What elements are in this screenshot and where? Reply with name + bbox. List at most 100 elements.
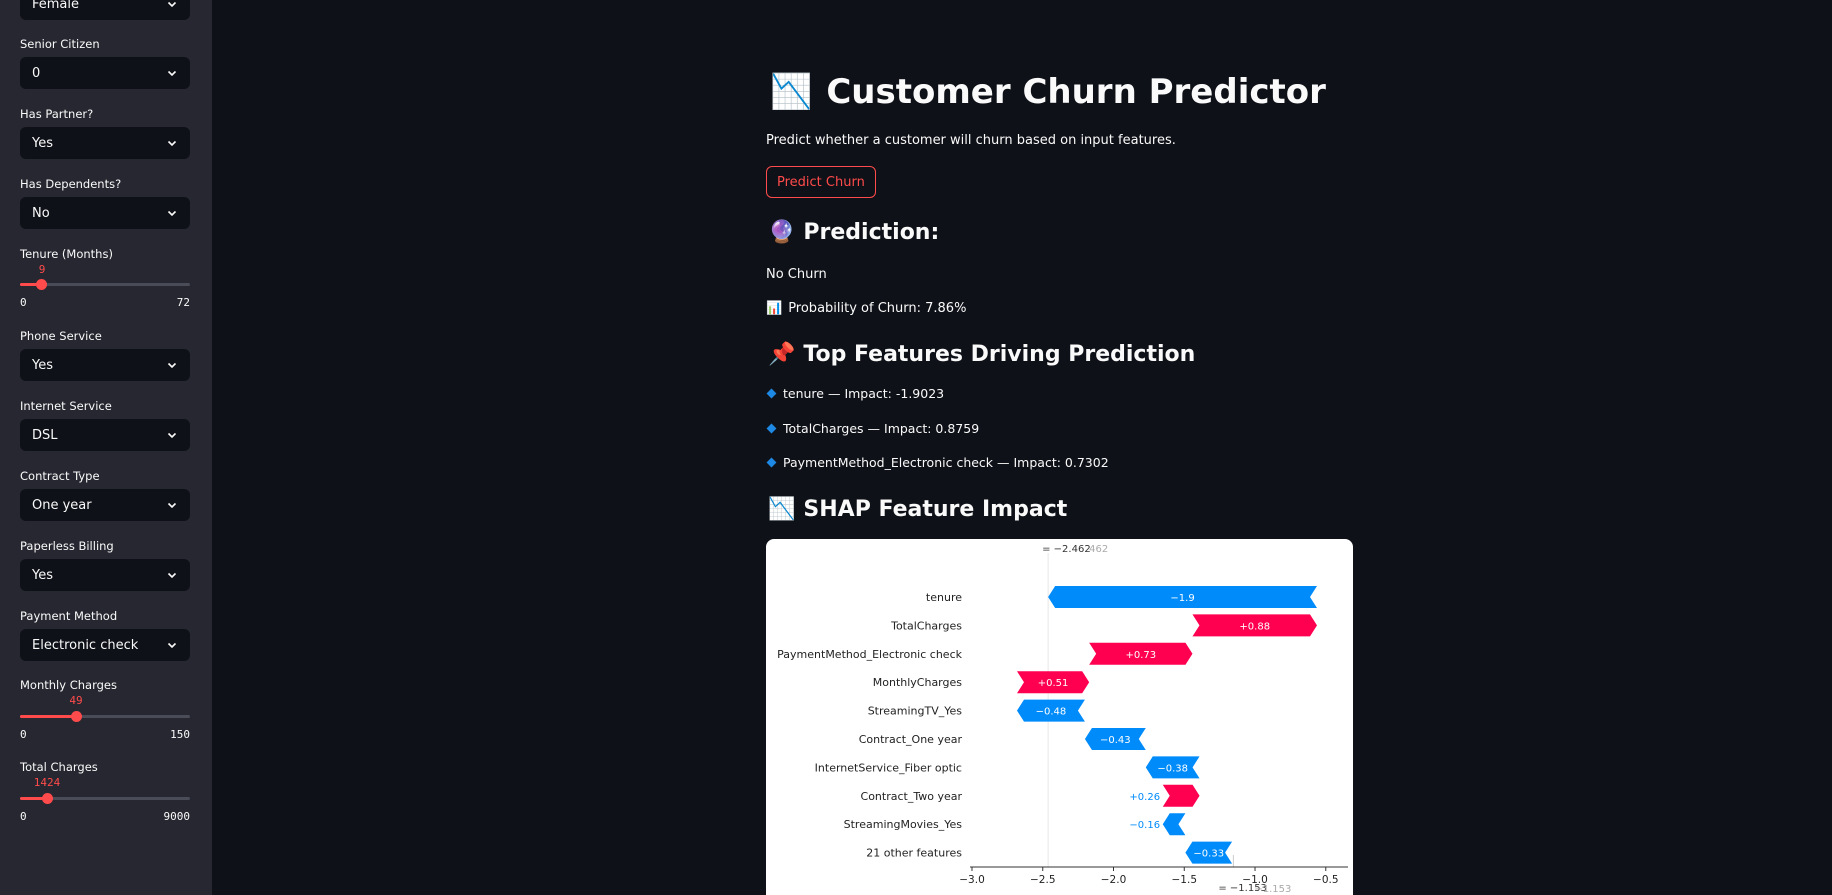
feature-label: StreamingTV_Yes [868,705,963,718]
feature-label: Contract_One year [859,733,963,746]
payment-method-value: Electronic check [32,637,139,653]
prediction-result: No Churn [766,267,827,282]
x-tick-label: −2.0 [1101,874,1127,886]
monthly-charges-slider-min: 0 [20,728,27,741]
fx-label: = −2.462 [1042,544,1091,555]
sidebar: Female Senior Citizen 0 Has Partner? Yes… [0,0,212,895]
tenure-slider-thumb[interactable] [36,279,47,290]
chevron-down-icon [166,67,178,79]
payment-method-label: Payment Method [20,609,118,623]
prediction-heading: 🔮 Prediction: [768,220,939,245]
tenure-label: Tenure (Months) [20,247,113,261]
top-features-heading: 📌 Top Features Driving Prediction [768,342,1195,367]
bar-value-label: −0.43 [1100,735,1131,746]
chevron-down-icon [166,499,178,511]
senior-citizen-value: 0 [32,65,41,81]
chevron-down-icon [166,569,178,581]
phone-service-select[interactable]: Yes [20,349,190,381]
bar-chart-icon: 📊 [766,301,783,316]
partner-label: Has Partner? [20,107,94,121]
page-subtitle: Predict whether a customer will churn ba… [766,133,1176,148]
bar-value-label: −1.9 [1170,593,1194,604]
tenure-slider-value: 9 [38,263,46,276]
feature-label: Contract_Two year [861,790,963,803]
top-feature-text: TotalCharges — Impact: 0.8759 [783,421,980,436]
total-charges-slider-thumb[interactable] [42,793,53,804]
total-charges-slider[interactable] [20,793,190,804]
dependents-value: No [32,205,50,221]
gender-select-value: Female [32,0,80,12]
bar-value-label: +0.51 [1038,678,1069,689]
chevron-down-icon [166,0,178,10]
x-tick-label: −0.5 [1313,874,1339,886]
feature-label: MonthlyCharges [873,676,963,689]
monthly-charges-slider-value: 49 [69,694,83,707]
monthly-charges-slider-thumb[interactable] [71,711,82,722]
bar-value-label: +0.73 [1125,650,1156,661]
blue-diamond-icon [766,457,777,468]
monthly-charges-slider-max: 150 [170,728,190,741]
shap-bar [1162,813,1186,836]
chevron-down-icon [166,359,178,371]
chevron-down-icon [166,207,178,219]
blue-diamond-icon [766,388,777,399]
page-title-text: Customer Churn Predictor [826,72,1326,112]
paperless-billing-label: Paperless Billing [20,539,114,553]
chevron-down-icon [166,429,178,441]
partner-value: Yes [32,135,53,151]
partner-select[interactable]: Yes [20,127,190,159]
tenure-slider-min: 0 [20,296,27,309]
top-features-heading-text: Top Features Driving Prediction [803,342,1196,367]
monthly-charges-slider[interactable] [20,711,190,722]
total-charges-slider-min: 0 [20,810,27,823]
bar-value-label: +0.88 [1239,621,1270,632]
top-feature-text: tenure — Impact: -1.9023 [783,386,945,401]
feature-label: StreamingMovies_Yes [844,818,963,831]
total-charges-slider-value: 1424 [33,776,61,789]
contract-type-select[interactable]: One year [20,489,190,521]
top-feature-item: tenure — Impact: -1.9023 [766,386,945,401]
dependents-label: Has Dependents? [20,177,122,191]
senior-citizen-select[interactable]: 0 [20,57,190,89]
probability-text: 📊 Probability of Churn: 7.86% [766,301,966,316]
crystal-ball-icon: 🔮 [768,220,796,245]
fx-ghost-label: 462 [1089,544,1108,555]
shap-waterfall-plot: = −2.462 462 tenure −1.9 TotalCharges +0.88 Pa… [766,539,1353,895]
internet-service-value: DSL [32,427,58,443]
gender-select[interactable]: Female [20,0,190,20]
feature-label: tenure [926,591,962,604]
contract-type-label: Contract Type [20,469,100,483]
x-tick-label: −2.5 [1030,874,1056,886]
shap-bar [1162,784,1200,807]
bar-value-label: −0.33 [1193,849,1224,860]
feature-label: 21 other features [866,847,962,860]
feature-label: TotalCharges [890,619,962,632]
tenure-slider[interactable] [20,279,190,290]
top-feature-item: TotalCharges — Impact: 0.8759 [766,421,980,436]
dependents-select[interactable]: No [20,197,190,229]
senior-citizen-label: Senior Citizen [20,37,100,51]
bar-value-label: +0.26 [1129,792,1160,803]
chart-decreasing-icon: 📉 [770,72,813,112]
top-feature-item: PaymentMethod_Electronic check — Impact:… [766,455,1109,470]
internet-service-select[interactable]: DSL [20,419,190,451]
paperless-billing-select[interactable]: Yes [20,559,190,591]
tenure-slider-max: 72 [176,296,190,309]
phone-service-label: Phone Service [20,329,102,343]
contract-type-value: One year [32,497,92,513]
payment-method-select[interactable]: Electronic check [20,629,190,661]
paperless-billing-value: Yes [32,567,53,583]
shap-waterfall-chart: = −2.462462 tenure −1.9 TotalCharges +0.88 Pa… [777,544,1348,895]
monthly-charges-label: Monthly Charges [20,678,117,692]
chevron-down-icon [166,639,178,651]
bar-value-label: −0.48 [1036,707,1067,718]
shap-heading: 📉 SHAP Feature Impact [768,497,1067,522]
efx-ghost-label: −1.153 [1254,884,1291,895]
phone-service-value: Yes [32,357,53,373]
predict-churn-button[interactable]: Predict Churn [766,166,876,198]
x-tick-label: −3.0 [959,874,985,886]
chart-decreasing-icon: 📉 [768,497,796,522]
total-charges-label: Total Charges [20,760,98,774]
total-charges-slider-max: 9000 [163,810,191,823]
probability-value: Probability of Churn: 7.86% [788,301,967,316]
